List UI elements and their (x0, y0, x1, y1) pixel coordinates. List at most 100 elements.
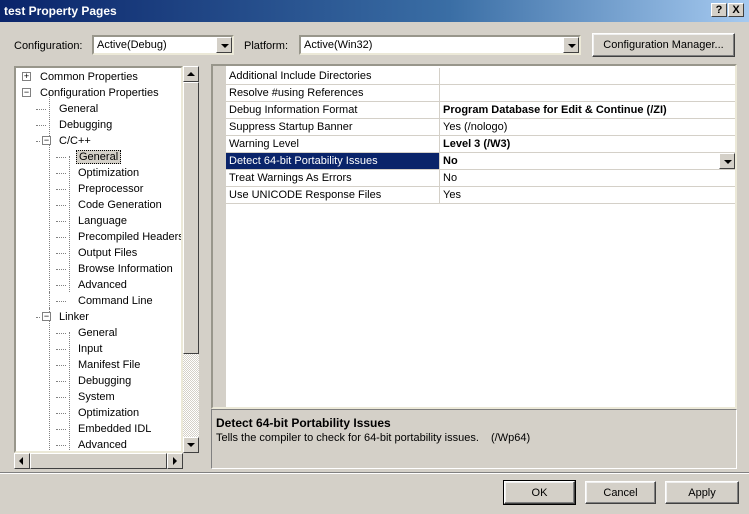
tree-connector-line (56, 269, 66, 270)
tree-item[interactable]: Optimization (76, 405, 141, 421)
tree-collapse-icon[interactable]: − (42, 136, 51, 145)
platform-combo[interactable]: Active(Win32) (299, 35, 581, 55)
property-name: Warning Level (226, 136, 440, 152)
property-row[interactable]: Use UNICODE Response Files Yes (226, 187, 735, 204)
tree-connector-line (56, 349, 66, 350)
tree-item-label: Configuration Properties (40, 87, 159, 99)
hscroll-thumb[interactable] (30, 453, 167, 469)
property-row[interactable]: Suppress Startup Banner Yes (/nologo) (226, 119, 735, 136)
tree-collapse-icon[interactable]: − (42, 312, 51, 321)
tree-connector-line (56, 429, 66, 430)
help-button[interactable]: ? (711, 3, 727, 17)
tree-item[interactable]: Embedded IDL (76, 421, 153, 437)
tree-item[interactable]: General (57, 101, 100, 117)
tree-item-label: Browse Information (78, 263, 173, 275)
tree-item[interactable]: Debugging (76, 373, 133, 389)
dialog-separator (0, 472, 749, 474)
tree-item-label: Optimization (78, 407, 140, 419)
tree-connector-line (56, 397, 66, 398)
tree-item[interactable]: Advanced (76, 277, 129, 293)
property-value-text: No (443, 155, 458, 167)
tree-connector-line (69, 156, 70, 292)
tree-item[interactable]: Configuration Properties (38, 85, 161, 101)
scroll-right-button[interactable] (167, 453, 183, 469)
chevron-down-icon (724, 160, 732, 164)
scroll-up-button[interactable] (183, 66, 199, 82)
description-title: Detect 64-bit Portability Issues (216, 416, 391, 430)
tree-item-label: Common Properties (40, 71, 138, 83)
tree-item[interactable]: Browse Information (76, 261, 175, 277)
tree-item[interactable]: Input (76, 341, 104, 357)
arrow-down-icon (187, 443, 195, 447)
property-value (441, 68, 735, 84)
tree-item[interactable]: C/C++ (57, 133, 93, 149)
property-name: Resolve #using References (226, 85, 440, 101)
property-row[interactable]: Warning Level Level 3 (/W3) (226, 136, 735, 153)
tree-item-label: Manifest File (78, 359, 141, 371)
tree-item[interactable]: Code Generation (76, 197, 164, 213)
property-value[interactable]: No (441, 153, 735, 169)
configuration-combo[interactable]: Active(Debug) (92, 35, 234, 55)
property-value: No (441, 170, 735, 186)
property-value-text: Program Database for Edit & Continue (/Z… (443, 104, 667, 116)
tree-connector-line (56, 173, 66, 174)
chevron-down-icon (221, 44, 229, 48)
tree-item-label: Input (78, 343, 103, 355)
close-button[interactable]: X (728, 3, 744, 17)
scroll-down-button[interactable] (183, 437, 199, 453)
tree-item[interactable]: General (76, 325, 119, 341)
window-title: test Property Pages (4, 4, 117, 18)
tree-item[interactable]: Linker (57, 309, 91, 325)
property-row[interactable]: Detect 64-bit Portability Issues No (226, 153, 735, 170)
configuration-value: Active(Debug) (97, 39, 167, 51)
tree-connector-line (36, 317, 40, 318)
tree-item[interactable]: Common Properties (38, 69, 140, 85)
tree-item[interactable]: General (76, 149, 122, 165)
tree-expand-icon[interactable]: + (22, 72, 31, 81)
tree-item[interactable]: Command Line (76, 293, 155, 309)
ok-button[interactable]: OK (503, 480, 576, 505)
tree-connector-line (56, 365, 66, 366)
scroll-left-button[interactable] (14, 453, 30, 469)
title-bar: test Property Pages ? X (0, 0, 749, 22)
tree-item-label: Linker (59, 311, 89, 323)
tree-item-label: Precompiled Headers (78, 231, 183, 243)
tree-connector-line (49, 292, 50, 308)
property-value: Yes (441, 187, 735, 203)
property-row[interactable]: Resolve #using References (226, 85, 735, 102)
property-value-text: Level 3 (/W3) (443, 138, 511, 150)
apply-button[interactable]: Apply (665, 481, 739, 504)
cancel-button[interactable]: Cancel (585, 481, 656, 504)
chevron-down-icon (568, 44, 576, 48)
tree-item[interactable]: Preprocessor (76, 181, 145, 197)
tree-item[interactable]: Manifest File (76, 357, 142, 373)
property-value: Level 3 (/W3) (441, 136, 735, 152)
property-row[interactable]: Additional Include Directories (226, 68, 735, 85)
tree-item-label: Debugging (59, 119, 113, 131)
property-name: Treat Warnings As Errors (226, 170, 440, 186)
tree-item[interactable]: Language (76, 213, 129, 229)
configuration-dropdown-button[interactable] (216, 37, 232, 53)
tree-item-label: C/C++ (59, 135, 91, 147)
property-row[interactable]: Treat Warnings As Errors No (226, 170, 735, 187)
tree-horizontal-scrollbar[interactable] (14, 453, 183, 469)
property-value-dropdown-button[interactable] (719, 153, 735, 169)
scroll-thumb[interactable] (183, 82, 199, 354)
tree-item[interactable]: System (76, 389, 117, 405)
tree-item[interactable]: Output Files (76, 245, 139, 261)
property-name: Use UNICODE Response Files (226, 187, 440, 203)
configuration-manager-button[interactable]: Configuration Manager... (592, 33, 735, 57)
tree-item-label: Debugging (78, 375, 132, 387)
tree-item[interactable]: Advanced (76, 437, 129, 451)
property-grid: Additional Include Directories Resolve #u… (211, 64, 737, 409)
tree-item[interactable]: Debugging (57, 117, 114, 133)
property-row[interactable]: Debug Information Format Program Database… (226, 102, 735, 119)
tree-item-label: Advanced (78, 279, 127, 291)
tree-item[interactable]: Optimization (76, 165, 141, 181)
tree-collapse-icon[interactable]: − (22, 88, 31, 97)
tree-vertical-scrollbar[interactable] (183, 66, 199, 453)
tree-connector-line (56, 221, 66, 222)
platform-dropdown-button[interactable] (563, 37, 579, 53)
tree-item-label: Language (78, 215, 127, 227)
tree-item[interactable]: Precompiled Headers (76, 229, 183, 245)
